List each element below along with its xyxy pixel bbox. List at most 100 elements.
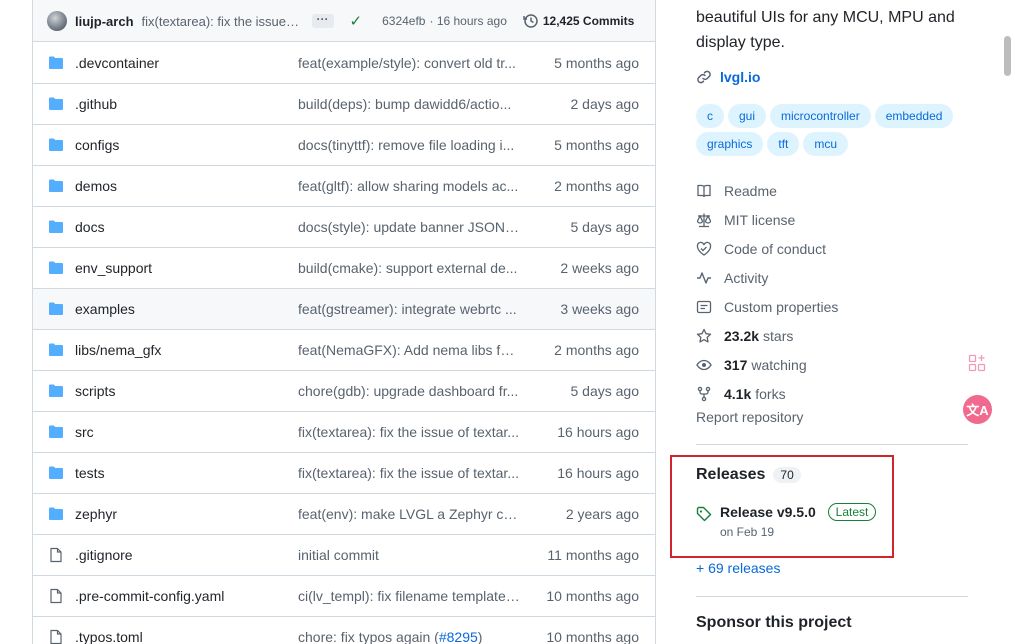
file-name[interactable]: .devcontainer [75, 55, 298, 71]
custom-properties-link[interactable]: Custom properties [696, 292, 838, 321]
commits-link[interactable]: 12,425 Commits [523, 13, 634, 29]
latest-release[interactable]: Release v9.5.0 Latest on Feb 19 [696, 503, 877, 539]
sponsor-heading: Sponsor this project [696, 614, 852, 631]
report-repository-link[interactable]: Report repository [696, 409, 803, 425]
scrollbar[interactable] [1000, 0, 1015, 644]
translate-icon: 文A [966, 403, 989, 418]
license-link[interactable]: MIT license [696, 205, 838, 234]
file-name[interactable]: examples [75, 301, 298, 317]
file-row[interactable]: libs/nema_gfx feat(NemaGFX): Add nema lib… [33, 329, 655, 370]
file-commit-message[interactable]: feat(NemaGFX): Add nema libs for... [298, 342, 520, 358]
file-commit-time: 11 months ago [547, 547, 639, 563]
more-releases-link[interactable]: + 69 releases [696, 560, 780, 576]
file-commit-message[interactable]: feat(gltf): allow sharing models ac... [298, 178, 520, 194]
file-row[interactable]: docs docs(style): update banner JSON ... 5… [33, 206, 655, 247]
file-commit-message[interactable]: chore(gdb): upgrade dashboard fr... [298, 383, 520, 399]
book-icon [697, 184, 711, 197]
file-row[interactable]: tests fix(textarea): fix the issue of tex… [33, 452, 655, 493]
expand-commit-button[interactable]: ··· [311, 13, 334, 28]
readme-label: Readme [724, 182, 777, 199]
topic-tag[interactable]: microcontroller [770, 104, 871, 128]
readme-link[interactable]: Readme [696, 176, 838, 205]
file-name[interactable]: demos [75, 178, 298, 194]
commit-author[interactable]: liujp-arch [75, 14, 134, 29]
file-commit-message[interactable]: build(cmake): support external de... [298, 260, 520, 276]
check-icon[interactable]: ✓ [350, 12, 363, 30]
file-name[interactable]: libs/nema_gfx [75, 342, 298, 358]
file-commit-time: 2 weeks ago [560, 260, 639, 276]
commit-message[interactable]: fix(textarea): fix the issue of textarea… [142, 14, 302, 29]
file-name[interactable]: zephyr [75, 506, 298, 522]
folder-icon [49, 343, 63, 356]
file-name[interactable]: src [75, 424, 298, 440]
releases-heading[interactable]: Releases 70 [696, 466, 801, 484]
file-name[interactable]: .github [75, 96, 298, 112]
file-row[interactable]: demos feat(gltf): allow sharing models ac… [33, 165, 655, 206]
file-commit-time: 16 hours ago [557, 465, 639, 481]
file-name[interactable]: configs [75, 137, 298, 153]
file-commit-message[interactable]: feat(example/style): convert old tr... [298, 55, 520, 71]
file-name[interactable]: .pre-commit-config.yaml [75, 588, 298, 604]
file-commit-message[interactable]: docs(style): update banner JSON ... [298, 219, 520, 235]
file-row[interactable]: scripts chore(gdb): upgrade dashboard fr.… [33, 370, 655, 411]
file-row[interactable]: env_support build(cmake): support externa… [33, 247, 655, 288]
topics-list: c gui microcontroller embedded graphics tft mc… [696, 104, 976, 160]
file-commit-message[interactable]: feat(env): make LVGL a Zephyr co... [298, 506, 520, 522]
sidebar-divider [696, 596, 968, 597]
topic-tag[interactable]: embedded [874, 104, 954, 128]
file-commit-message[interactable]: fix(textarea): fix the issue of textar..… [298, 465, 520, 481]
topic-tag[interactable]: c [696, 104, 724, 128]
file-row[interactable]: .typos.toml chore: fix typos again (#8295… [33, 616, 655, 644]
file-name[interactable]: docs [75, 219, 298, 235]
code-of-conduct-link[interactable]: Code of conduct [696, 234, 838, 263]
avatar[interactable] [47, 11, 67, 31]
file-commit-time: 3 weeks ago [560, 301, 639, 317]
file-row[interactable]: examples feat(gstreamer): integrate webrt… [33, 288, 655, 329]
file-row[interactable]: .pre-commit-config.yaml ci(lv_templ): fix… [33, 575, 655, 616]
file-commit-message[interactable]: build(deps): bump dawidd6/actio... [298, 96, 520, 112]
sidebar-divider [696, 444, 968, 445]
folder-icon [49, 56, 63, 69]
file-row[interactable]: zephyr feat(env): make LVGL a Zephyr co..… [33, 493, 655, 534]
file-commit-time: 2 years ago [565, 506, 639, 522]
file-name[interactable]: scripts [75, 383, 298, 399]
file-commit-message[interactable]: docs(tinyttf): remove file loading i... [298, 137, 520, 153]
file-row[interactable]: src fix(textarea): fix the issue of texta… [33, 411, 655, 452]
activity-link[interactable]: Activity [696, 263, 838, 292]
topic-tag[interactable]: tft [767, 132, 800, 156]
file-row[interactable]: .gitignore initial commit 11 months ago [33, 534, 655, 575]
fork-icon [697, 386, 711, 401]
commit-hash[interactable]: 6324efb [382, 14, 425, 28]
watching-count: 317 [724, 356, 748, 373]
watchers-link[interactable]: 317 watching [696, 350, 838, 379]
stars-link[interactable]: 23.2k stars [696, 321, 838, 350]
topic-tag[interactable]: gui [728, 104, 767, 128]
file-name[interactable]: .gitignore [75, 547, 298, 563]
file-row[interactable]: .github build(deps): bump dawidd6/actio..… [33, 83, 655, 124]
file-commit-message[interactable]: initial commit [298, 547, 520, 563]
custom-properties-label: Custom properties [724, 298, 839, 315]
topic-tag[interactable]: graphics [696, 132, 764, 156]
scrollbar-thumb[interactable] [1004, 36, 1011, 76]
repo-description: beautiful UIs for any MCU, MPU and displ… [696, 9, 955, 51]
file-commit-message[interactable]: feat(gstreamer): integrate webrtc ... [298, 301, 520, 317]
file-row[interactable]: configs docs(tinyttf): remove file loadin… [33, 124, 655, 165]
forks-link[interactable]: 4.1k forks [696, 379, 838, 408]
file-row[interactable]: .devcontainer feat(example/style): conver… [33, 42, 655, 83]
topic-tag[interactable]: mcu [803, 132, 849, 156]
ai-assistant-button[interactable] [960, 346, 994, 380]
file-commit-time: 2 months ago [554, 342, 639, 358]
stars-count: 23.2k [724, 327, 760, 344]
file-name[interactable]: env_support [75, 260, 298, 276]
file-name[interactable]: tests [75, 465, 298, 481]
watching-label: watching [751, 356, 807, 373]
website-link[interactable]: lvgl.io [696, 69, 760, 85]
file-commit-message[interactable]: ci(lv_templ): fix filename template ... [298, 588, 520, 604]
file-commit-message[interactable]: fix(textarea): fix the issue of textar..… [298, 424, 520, 440]
file-name[interactable]: .typos.toml [75, 629, 298, 644]
pr-link[interactable]: #8295 [439, 629, 478, 644]
forks-count: 4.1k [724, 385, 752, 402]
file-icon [50, 547, 62, 563]
translate-button[interactable]: 文A [963, 395, 992, 424]
file-commit-message[interactable]: chore: fix typos again (#8295) [298, 629, 520, 644]
